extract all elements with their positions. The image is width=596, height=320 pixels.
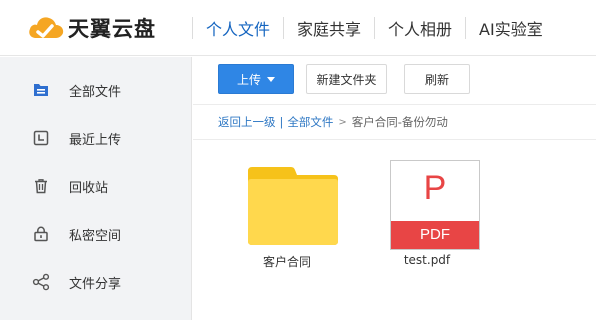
sidebar-item-recycle-bin[interactable]: 回收站 — [0, 162, 192, 210]
sidebar-item-label: 回收站 — [69, 180, 109, 196]
refresh-button[interactable]: 刷新 — [404, 64, 470, 94]
breadcrumb-current: 客户合同-备份勿动 — [351, 115, 448, 129]
upload-button-label: 上传 — [236, 72, 261, 87]
nav-tab-family-share[interactable]: 家庭共享 — [284, 0, 374, 56]
pdf-icon-letter: P — [423, 169, 447, 207]
nav-tab-ai-lab[interactable]: AI实验室 — [466, 0, 556, 56]
new-folder-button[interactable]: 新建文件夹 — [306, 64, 387, 94]
file-name: 客户合同 — [262, 255, 311, 269]
nav-tab-personal-album[interactable]: 个人相册 — [375, 0, 465, 56]
sidebar-item-label: 全部文件 — [69, 84, 122, 100]
clock-icon — [32, 129, 50, 147]
breadcrumb-all-files-link[interactable]: 全部文件 — [287, 114, 333, 130]
pdf-file-icon: P PDF — [390, 160, 480, 250]
top-nav: 个人文件 家庭共享 个人相册 AI实验室 — [192, 0, 556, 56]
lock-icon — [32, 225, 50, 243]
breadcrumb-back-link[interactable]: 返回上一级 — [218, 114, 276, 130]
trash-icon — [32, 177, 50, 195]
share-icon — [32, 273, 50, 291]
toolbar: 上传 新建文件夹 刷新 — [193, 57, 596, 103]
sidebar-item-recent-uploads[interactable]: 最近上传 — [0, 114, 192, 162]
breadcrumb-divider: | — [279, 115, 284, 129]
nav-tab-personal-files[interactable]: 个人文件 — [193, 0, 283, 56]
sidebar: 全部文件 最近上传 回收站 私密空间 文件分享 — [0, 57, 192, 320]
sidebar-item-label: 文件分享 — [69, 276, 122, 292]
file-item-folder[interactable]: 客户合同 — [232, 160, 342, 272]
folder-icon — [248, 167, 338, 245]
folder-file-icon — [32, 81, 50, 99]
pdf-icon-band: PDF — [391, 221, 479, 249]
sidebar-item-label: 私密空间 — [69, 228, 122, 244]
sidebar-item-all-files[interactable]: 全部文件 — [0, 66, 192, 114]
file-item-pdf[interactable]: P PDF test.pdf — [372, 160, 482, 272]
top-header: 天翼云盘 个人文件 家庭共享 个人相册 AI实验室 — [0, 0, 596, 56]
brand-name: 天翼云盘 — [68, 17, 156, 41]
caret-down-icon — [267, 76, 275, 82]
file-name: test.pdf — [403, 253, 451, 267]
cloud-logo-icon — [29, 17, 64, 38]
sidebar-item-file-share[interactable]: 文件分享 — [0, 258, 192, 306]
breadcrumb: 返回上一级 | 全部文件 > 客户合同-备份勿动 — [193, 104, 596, 140]
sidebar-item-private-space[interactable]: 私密空间 — [0, 210, 192, 258]
sidebar-item-label: 最近上传 — [69, 132, 122, 148]
upload-button[interactable]: 上传 — [218, 64, 294, 94]
breadcrumb-arrow: > — [338, 116, 347, 128]
brand-logo[interactable]: 天翼云盘 — [26, 12, 156, 44]
